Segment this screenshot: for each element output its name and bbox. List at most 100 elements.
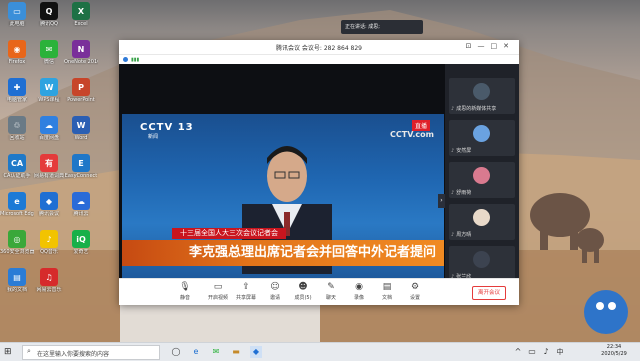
- app-icon: X: [72, 2, 90, 20]
- desktop-icon[interactable]: ♲ 回收站: [0, 116, 34, 141]
- toolbar-label: 共享屏幕: [235, 295, 256, 301]
- desktop-icon[interactable]: ▭ 此电脑: [0, 2, 34, 27]
- desktop-icon[interactable]: 有网易有道词典: [32, 154, 66, 179]
- toolbar-button[interactable]: ☺ 邀请: [261, 282, 289, 301]
- participant-tile[interactable]: ♪ 周方晴: [449, 204, 515, 240]
- desktop-icon[interactable]: X Excel: [64, 2, 98, 27]
- app-icon: W: [72, 116, 90, 134]
- app-icon: ▤: [8, 268, 26, 286]
- window-title: 腾讯会议 会议号: 282 864 829: [275, 45, 362, 52]
- toolbar-button[interactable]: ⇪ 共享屏幕: [232, 282, 260, 301]
- taskbar: ⊞ ⌕ 在这里输入你要搜索的内容 ◯ e ✉ ▬ ◆ ^ ▭ ♪ 中 22:34…: [0, 342, 640, 361]
- app-icon: ☁: [40, 116, 58, 134]
- app-icon: ◎: [8, 230, 26, 248]
- toolbar-label: 开启视频: [207, 295, 228, 301]
- avatar: [473, 125, 490, 142]
- desktop-icon-label: 网易云音乐: [36, 287, 62, 293]
- desktop-icon[interactable]: N OneNote 2016: [64, 40, 98, 65]
- desktop-icon-label: 电脑管家: [6, 97, 27, 103]
- participant-name: ♪ 安然屏: [451, 148, 472, 154]
- toolbar-button[interactable]: 🎙 静音: [171, 282, 199, 301]
- toolbar-icon: ▭: [213, 282, 223, 292]
- toolbar-icon: 🎙: [179, 282, 191, 292]
- task-view-icon[interactable]: ◯: [170, 346, 182, 358]
- app-icon: ♪: [40, 230, 58, 248]
- desktop-icon[interactable]: ♫ 网易云音乐: [32, 268, 66, 293]
- participant-tile[interactable]: ♪ 舒雨荷: [449, 162, 515, 198]
- desktop-icon[interactable]: ☁ 腾讯云: [64, 192, 98, 217]
- start-windows-icon[interactable]: ⊞: [4, 347, 14, 357]
- volume-icon[interactable]: ♪: [540, 346, 552, 358]
- toolbar-icon: ⚙: [410, 282, 420, 292]
- avatar: [473, 83, 490, 100]
- desktop-icon[interactable]: ◉ Firefox: [0, 40, 34, 65]
- ime-icon[interactable]: 中: [554, 346, 566, 358]
- toolbar-label: 录像: [353, 295, 364, 301]
- edge-icon[interactable]: e: [190, 346, 202, 358]
- avatar: [473, 209, 490, 226]
- taskbar-search-box[interactable]: ⌕ 在这里输入你要搜索的内容: [22, 345, 160, 360]
- collapse-sidebar-icon[interactable]: ›: [438, 194, 445, 208]
- speaking-indicator: 正在讲话: 成思;: [341, 20, 423, 34]
- shared-screen-video: CCTV 13 新闻 直播 CCTV.com 十三届全国人大三次会议记者会 李克…: [122, 114, 444, 297]
- leave-meeting-button[interactable]: 离开会议: [472, 286, 506, 300]
- desktop-icon[interactable]: iQ 爱奇艺: [64, 230, 98, 255]
- toolbar-label: 文档: [381, 295, 392, 301]
- app-icon: ◉: [8, 40, 26, 58]
- tray-up-icon[interactable]: ^: [512, 346, 524, 358]
- desktop-icon-label: 我的文档: [6, 287, 27, 293]
- close-icon[interactable]: ✕: [503, 42, 515, 50]
- desktop-icon[interactable]: W Word: [64, 116, 98, 141]
- avatar: [473, 251, 490, 268]
- minimize-icon[interactable]: —: [478, 42, 491, 50]
- app-icon: CA: [8, 154, 26, 172]
- window-titlebar[interactable]: 腾讯会议 会议号: 282 864 829 ⊡—□✕: [119, 40, 519, 55]
- mic-icon: ♪: [451, 232, 455, 238]
- desktop-icon-label: Firefox: [8, 59, 26, 65]
- desktop-icon[interactable]: ✚ 电脑管家: [0, 78, 34, 103]
- participant-tile[interactable]: ♪ 张兰欣: [449, 246, 515, 282]
- pin-icon[interactable]: ⊡: [466, 42, 478, 50]
- participant-tile[interactable]: ♪ 成思的新媒体共享: [449, 78, 515, 114]
- desktop-icon-label: EasyConnect: [64, 173, 98, 179]
- app-icon: e: [8, 192, 26, 210]
- toolbar-button[interactable]: ▤ 文档: [373, 282, 401, 301]
- toolbar-button[interactable]: ☻ 成员(5): [289, 282, 317, 301]
- desktop-icon[interactable]: W WPS课程: [32, 78, 66, 103]
- mic-icon: ♪: [451, 190, 455, 196]
- wechat-icon[interactable]: ✉: [210, 346, 222, 358]
- search-placeholder: 在这里输入你要搜索的内容: [37, 351, 110, 358]
- desktop-icon-label: 360安全浏览器: [0, 249, 34, 255]
- file-explorer-icon[interactable]: ▬: [230, 346, 242, 358]
- app-icon: ▭: [8, 2, 26, 20]
- desktop-icon[interactable]: ▤ 我的文档: [0, 268, 34, 293]
- toolbar-button[interactable]: ◉ 录像: [345, 282, 373, 301]
- participant-name: ♪ 周方晴: [451, 232, 472, 238]
- signal-icon[interactable]: ▮▮▮: [131, 57, 139, 63]
- desktop-icon[interactable]: CA CA认证助手: [0, 154, 34, 179]
- desktop-icon-label: 腾讯云: [73, 211, 89, 217]
- desktop-icon-label: CA认证助手: [3, 173, 31, 179]
- tencent-meeting-taskbar-icon[interactable]: ◆: [250, 346, 262, 358]
- toolbar-button[interactable]: ▭ 开启视频: [204, 282, 232, 301]
- main-video-area: CCTV 13 新闻 直播 CCTV.com 十三届全国人大三次会议记者会 李克…: [119, 64, 445, 297]
- desktop-icon[interactable]: ♪ QQ音乐: [32, 230, 66, 255]
- info-icon[interactable]: [123, 57, 128, 62]
- cctv-watermark: CCTV.com: [390, 130, 434, 139]
- network-icon[interactable]: ▭: [526, 346, 538, 358]
- maximize-icon[interactable]: □: [491, 42, 504, 50]
- desktop-icon[interactable]: ✉ 微信: [32, 40, 66, 65]
- desktop-icon[interactable]: E EasyConnect: [64, 154, 98, 179]
- desktop-icon[interactable]: Q 腾讯QQ: [32, 2, 66, 27]
- clock[interactable]: 22:34 2020/5/29: [594, 344, 634, 358]
- toolbar-button[interactable]: ✎ 聊天: [317, 282, 345, 301]
- desktop-icon[interactable]: e Microsoft Edge: [0, 192, 34, 217]
- toolbar-label: 设置: [409, 295, 420, 301]
- desktop-icon[interactable]: P PowerPoint: [64, 78, 98, 103]
- desktop-icon[interactable]: ☁ 百度网盘: [32, 116, 66, 141]
- app-icon: ♫: [40, 268, 58, 286]
- desktop-icon[interactable]: ◎ 360安全浏览器: [0, 230, 34, 255]
- participant-tile[interactable]: ♪ 安然屏: [449, 120, 515, 156]
- toolbar-button[interactable]: ⚙ 设置: [401, 282, 429, 301]
- desktop-icon[interactable]: ◆ 腾讯会议: [32, 192, 66, 217]
